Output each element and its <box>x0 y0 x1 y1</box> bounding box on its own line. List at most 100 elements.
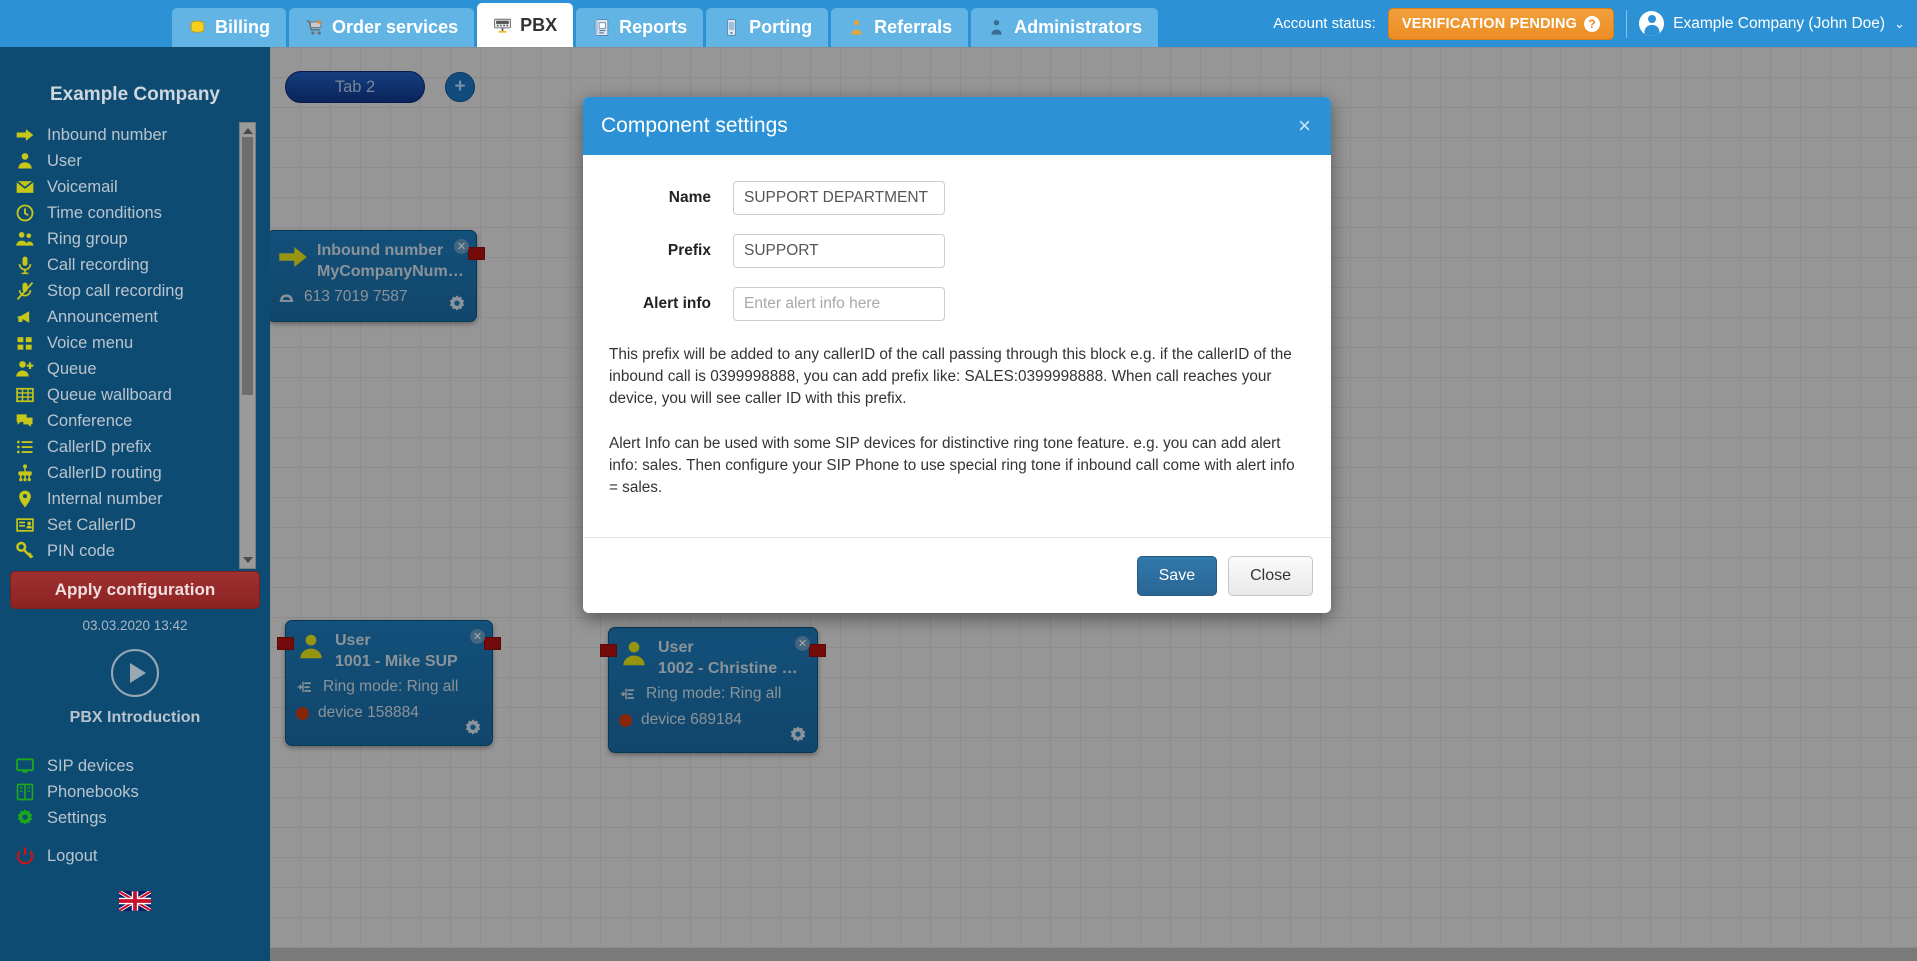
account-name: Example Company (John Doe) <box>1673 14 1886 32</box>
sidebar-item-label: Call recording <box>47 255 149 274</box>
sidebar-item-label: CallerID prefix <box>47 437 152 456</box>
sidebar-item-callerid-routing[interactable]: CallerID routing <box>14 460 270 486</box>
nav-tab-label: Referrals <box>874 17 953 37</box>
key-icon <box>16 541 34 559</box>
dialog-footer: Save Close <box>583 537 1331 613</box>
sidebar-item-label: Time conditions <box>47 203 162 222</box>
name-input[interactable] <box>733 181 945 215</box>
sidebar-item-label: Stop call recording <box>47 281 184 300</box>
nav-tab-label: Porting <box>749 17 813 37</box>
help-icon[interactable]: ? <box>1584 15 1601 32</box>
book-icon <box>16 783 34 801</box>
sidebar-item-label: Queue wallboard <box>47 385 172 404</box>
play-button[interactable] <box>111 649 159 697</box>
prefix-input[interactable] <box>733 234 945 268</box>
nav-tab-label: Reports <box>619 17 688 37</box>
language-selector[interactable] <box>0 869 270 916</box>
account-status-value: VERIFICATION PENDING <box>1401 15 1578 32</box>
field-row-alert-info: Alert info <box>607 287 1307 321</box>
nav-tab-pbx[interactable]: PBX <box>477 3 574 47</box>
nav-tab-billing[interactable]: Billing <box>172 8 286 47</box>
sidebar-item-label: PIN code <box>47 541 115 560</box>
apply-configuration-button[interactable]: Apply configuration <box>10 571 260 609</box>
uk-flag-icon[interactable] <box>119 891 151 911</box>
nav-tab-referrals[interactable]: Referrals <box>831 8 969 47</box>
avatar <box>1639 11 1665 36</box>
user-icon <box>18 153 32 169</box>
sidebar-item-queue[interactable]: Queue <box>14 356 270 382</box>
field-row-prefix: Prefix <box>607 234 1307 268</box>
sidebar-item-user[interactable]: User <box>14 148 270 174</box>
sidebar-item-set-callerid[interactable]: Set CallerID <box>14 512 270 538</box>
pbx-introduction-label: PBX Introduction <box>69 709 201 726</box>
sidebar-item-label: Inbound number <box>47 125 168 144</box>
nav-tab-label: Billing <box>215 17 270 37</box>
scroll-down-icon[interactable] <box>243 557 253 563</box>
sidebar-item-stop-call-recording[interactable]: Stop call recording <box>14 278 270 304</box>
dialog-body: Name Prefix Alert info This prefix will … <box>583 155 1331 499</box>
pbx-icon <box>494 18 511 33</box>
sitemap-icon <box>18 464 32 482</box>
component-settings-dialog: Component settings × Name Prefix Alert i… <box>583 97 1331 613</box>
sidebar-item-inbound-number[interactable]: Inbound number <box>14 122 270 148</box>
microphone-off-icon <box>16 282 34 300</box>
account-status-label: Account status: <box>1273 15 1376 32</box>
account-status-badge[interactable]: VERIFICATION PENDING ? <box>1387 7 1615 40</box>
chevron-down-icon: ⌄ <box>1894 15 1905 31</box>
sidebar-item-sip-devices[interactable]: SIP devices <box>14 753 270 779</box>
mobile-icon <box>727 19 736 36</box>
scroll-up-icon[interactable] <box>243 128 253 134</box>
arrow-right-icon <box>16 129 34 141</box>
nav-tab-reports[interactable]: Reports <box>576 8 704 47</box>
clock-icon <box>16 204 34 222</box>
account-menu[interactable]: Example Company (John Doe) ⌄ <box>1639 11 1905 36</box>
sidebar-item-label: User <box>47 151 82 170</box>
sidebar-item-label: Conference <box>47 411 133 430</box>
sidebar-item-queue-wallboard[interactable]: Queue wallboard <box>14 382 270 408</box>
close-icon[interactable]: × <box>1296 115 1313 137</box>
save-button[interactable]: Save <box>1136 555 1218 596</box>
pin-icon <box>19 490 31 508</box>
sidebar-item-call-recording[interactable]: Call recording <box>14 252 270 278</box>
sidebar-item-label: Queue <box>47 359 97 378</box>
scrollbar-thumb[interactable] <box>242 137 253 395</box>
dialog-header: Component settings × <box>583 97 1331 155</box>
close-button[interactable]: Close <box>1228 555 1313 596</box>
sidebar-item-label: Voice menu <box>47 333 134 352</box>
sidebar-item-settings[interactable]: Settings <box>14 805 270 831</box>
alert-info-help-text: Alert Info can be used with some SIP dev… <box>609 435 1295 496</box>
sidebar-item-voicemail[interactable]: Voicemail <box>14 174 270 200</box>
nav-tab-label: PBX <box>520 14 558 35</box>
id-card-icon <box>16 518 34 532</box>
nav-tab-order-services[interactable]: Order services <box>289 8 475 47</box>
microphone-icon <box>18 256 32 275</box>
nav-tab-label: Administrators <box>1014 17 1143 37</box>
canvas-bottom-edge <box>270 948 1917 961</box>
sidebar-item-label: Announcement <box>47 307 158 326</box>
report-icon <box>594 19 609 36</box>
field-label: Name <box>668 189 711 206</box>
top-navigation-bar: Billing Order services PBX Reports Porti… <box>0 0 1917 47</box>
sidebar-item-pin-code[interactable]: PIN code <box>14 538 270 564</box>
nav-tab-label: Order services <box>332 17 459 37</box>
sidebar-item-logout[interactable]: Logout <box>14 843 270 869</box>
sidebar-item-label: Voicemail <box>47 177 118 196</box>
sidebar-scrollbar[interactable] <box>239 122 256 569</box>
power-icon <box>16 847 34 865</box>
nav-tab-administrators[interactable]: Administrators <box>971 8 1159 47</box>
sidebar-item-phonebooks[interactable]: Phonebooks <box>14 779 270 805</box>
sidebar-item-announcement[interactable]: Announcement <box>14 304 270 330</box>
monitor-icon <box>16 758 34 773</box>
cart-icon <box>306 20 322 35</box>
nav-tab-porting[interactable]: Porting <box>706 8 829 47</box>
field-label: Prefix <box>667 242 711 259</box>
sidebar-item-callerid-prefix[interactable]: CallerID prefix <box>14 434 270 460</box>
sidebar-item-internal-number[interactable]: Internal number <box>14 486 270 512</box>
sidebar-component-list: Inbound number User Voicemail Time condi… <box>0 122 270 569</box>
users-icon <box>16 232 34 246</box>
sidebar-item-conference[interactable]: Conference <box>14 408 270 434</box>
sidebar-item-ring-group[interactable]: Ring group <box>14 226 270 252</box>
sidebar-item-voice-menu[interactable]: Voice menu <box>14 330 270 356</box>
alert-info-input[interactable] <box>733 287 945 321</box>
sidebar-item-time-conditions[interactable]: Time conditions <box>14 200 270 226</box>
